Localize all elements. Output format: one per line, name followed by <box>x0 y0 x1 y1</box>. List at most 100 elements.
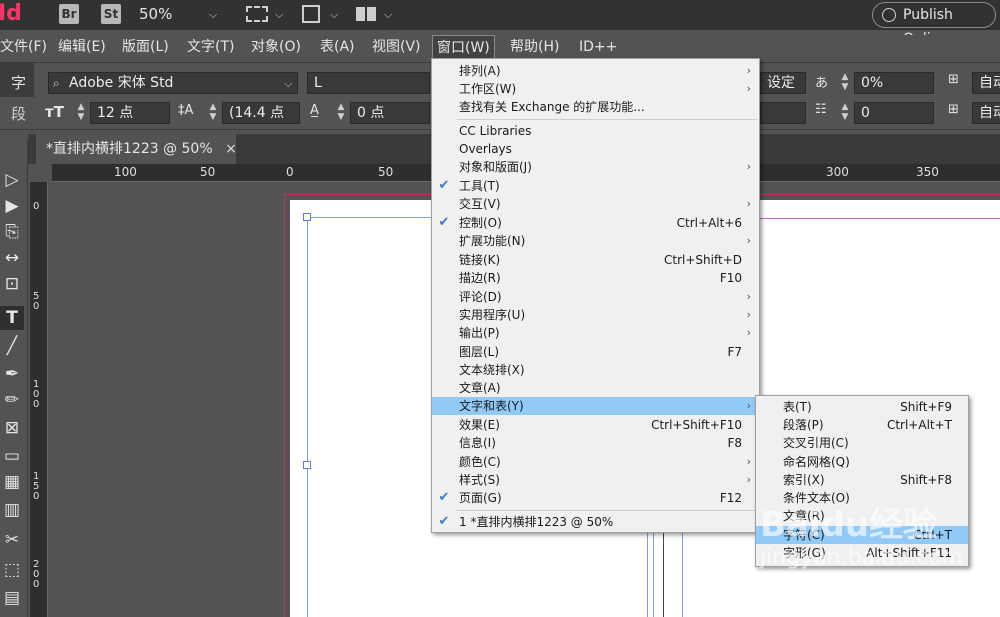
selection-tool-icon[interactable]: ▷ <box>0 168 24 192</box>
close-tab-icon[interactable]: × <box>225 141 237 157</box>
content-collector-icon[interactable]: ⊡ <box>0 272 24 296</box>
stock-button[interactable]: St <box>101 4 121 24</box>
menu-item-label: CC Libraries <box>459 124 532 138</box>
font-size-stepper[interactable]: ▲ ▼ <box>74 102 88 124</box>
menu-file[interactable]: 文件(F) <box>0 35 51 59</box>
arrange-documents-icon[interactable] <box>356 7 376 21</box>
type-tool-icon[interactable]: T <box>0 306 24 330</box>
menu-bar: 文件(F) 编辑(E) 版面(L) 文字(T) 对象(O) 表(A) 视图(V)… <box>0 35 1000 59</box>
view-options-icon[interactable] <box>246 6 268 22</box>
menu-item-shortcut: F10 <box>719 271 742 285</box>
submenu-item-table[interactable]: 表(T) Shift+F9 <box>756 398 968 416</box>
menu-item-color[interactable]: 颜色(C) › <box>432 453 759 471</box>
menu-item-label: 文字和表(Y) <box>459 399 524 413</box>
menu-help[interactable]: 帮助(H) <box>506 35 563 59</box>
screen-mode-chevron-icon[interactable]: ⌵ <box>330 8 338 22</box>
arrange-documents-chevron-icon[interactable]: ⌵ <box>384 8 392 22</box>
kerning-stepper[interactable]: ▲ ▼ <box>334 102 348 124</box>
menu-item-workspace[interactable]: 工作区(W) › <box>432 80 759 98</box>
menu-item-overlays[interactable]: Overlays <box>432 140 759 158</box>
menu-item-extensions[interactable]: 扩展功能(N) › <box>432 232 759 250</box>
horizontal-grid-tool-icon[interactable]: ▦ <box>0 470 24 494</box>
menu-item-cc-libraries[interactable]: CC Libraries <box>432 122 759 140</box>
submenu-arrow-icon: › <box>746 234 751 247</box>
free-transform-tool-icon[interactable]: ⬚ <box>0 558 24 582</box>
menu-table[interactable]: 表(A) <box>316 35 359 59</box>
paragraph-mode-button[interactable]: 段 <box>11 103 26 124</box>
auto-field-1[interactable]: 自动 <box>972 72 1000 94</box>
font-size-value: 12 点 <box>97 105 134 121</box>
menu-item-tools[interactable]: ✔ 工具(T) <box>432 177 759 195</box>
menu-type[interactable]: 文字(T) <box>183 35 238 59</box>
frame-handle[interactable] <box>303 213 311 221</box>
menu-item-comments[interactable]: 评论(D) › <box>432 288 759 306</box>
kerning-field[interactable]: 0 点 <box>350 102 430 124</box>
screen-mode-icon[interactable] <box>302 5 320 23</box>
tracking-field[interactable]: 0% <box>854 72 934 94</box>
baseline-stepper[interactable]: ▲ ▼ <box>838 102 852 124</box>
submenu-item-paragraph[interactable]: 段落(P) Ctrl+Alt+T <box>756 416 968 434</box>
menu-item-interactive[interactable]: 交互(V) › <box>432 195 759 213</box>
menu-item-stroke[interactable]: 描边(R) F10 <box>432 269 759 287</box>
menu-item-arrange[interactable]: 排列(A) › <box>432 62 759 80</box>
menu-object[interactable]: 对象(O) <box>247 35 305 59</box>
document-tab[interactable]: *直排内横排1223 @ 50% × <box>36 134 237 164</box>
character-mode-button[interactable]: 字 <box>11 72 26 93</box>
secondary-dropdown[interactable] <box>760 102 806 124</box>
menu-idplusplus[interactable]: ID++ <box>575 35 621 59</box>
setting-dropdown[interactable]: 设定 <box>760 72 806 94</box>
leading-stepper[interactable]: ▲ ▼ <box>206 102 220 124</box>
scissors-tool-icon[interactable]: ✂ <box>0 528 24 552</box>
menu-separator <box>457 510 757 511</box>
page-tool-icon[interactable]: ⎘ <box>0 220 24 244</box>
menu-item-object-layout[interactable]: 对象和版面(J) › <box>432 158 759 176</box>
menu-window[interactable]: 窗口(W) <box>432 35 495 59</box>
bridge-button[interactable]: Br <box>59 4 79 24</box>
menu-item-open-document[interactable]: ✔ 1 *直排内横排1223 @ 50% <box>432 513 759 531</box>
tracking-stepper[interactable]: ▲ ▼ <box>838 72 852 94</box>
zoom-level[interactable]: 50% <box>139 5 172 23</box>
direct-selection-tool-icon[interactable]: ▶ <box>0 194 24 218</box>
menu-item-info[interactable]: 信息(I) F8 <box>432 434 759 452</box>
kerning-value: 0 点 <box>357 105 385 121</box>
rectangle-frame-tool-icon[interactable]: ⊠ <box>0 416 24 440</box>
menu-item-links[interactable]: 链接(K) Ctrl+Shift+D <box>432 251 759 269</box>
menu-layout[interactable]: 版面(L) <box>118 35 173 59</box>
publish-online-button[interactable]: Publish Online <box>872 2 996 47</box>
frame-handle[interactable] <box>303 461 311 469</box>
menu-item-type-tables[interactable]: 文字和表(Y) › <box>432 397 759 415</box>
publish-icon <box>882 8 896 22</box>
baseline-field[interactable]: 0 <box>854 102 934 124</box>
font-size-field[interactable]: 12 点 <box>90 102 170 124</box>
auto-icon-2: ⊞ <box>948 102 959 117</box>
gradient-tool-icon[interactable]: ▤ <box>0 586 24 610</box>
font-family-field[interactable]: Adobe 宋体 Std <box>48 72 298 94</box>
menu-item-styles[interactable]: 样式(S) › <box>432 471 759 489</box>
submenu-item-named-grids[interactable]: 命名网格(Q) <box>756 453 968 471</box>
line-tool-icon[interactable]: ╱ <box>0 334 24 358</box>
vertical-grid-tool-icon[interactable]: ▥ <box>0 498 24 522</box>
pencil-tool-icon[interactable]: ✏ <box>0 388 24 412</box>
menu-item-output[interactable]: 输出(P) › <box>432 324 759 342</box>
menu-item-pages[interactable]: ✔ 页面(G) F12 <box>432 489 759 507</box>
menu-item-find-exchange[interactable]: 查找有关 Exchange 的扩展功能... <box>432 98 759 116</box>
pen-tool-icon[interactable]: ✒ <box>0 362 24 386</box>
gap-tool-icon[interactable]: ↔ <box>0 246 24 270</box>
menu-item-control[interactable]: ✔ 控制(O) Ctrl+Alt+6 <box>432 214 759 232</box>
font-family-chevron-icon[interactable]: ⌵ <box>284 77 292 91</box>
menu-item-articles[interactable]: 文章(A) <box>432 379 759 397</box>
rectangle-tool-icon[interactable]: ▭ <box>0 444 24 468</box>
menu-item-utilities[interactable]: 实用程序(U) › <box>432 306 759 324</box>
menu-edit[interactable]: 编辑(E) <box>54 35 110 59</box>
zoom-dropdown-chevron-icon[interactable]: ⌵ <box>209 8 217 22</box>
menu-item-text-wrap[interactable]: 文本绕排(X) <box>432 361 759 379</box>
menu-view[interactable]: 视图(V) <box>368 35 425 59</box>
menu-item-layers[interactable]: 图层(L) F7 <box>432 343 759 361</box>
auto-field-2[interactable]: 自动 <box>972 102 1000 124</box>
leading-field[interactable]: (14.4 点 <box>222 102 300 124</box>
font-style-field[interactable]: L <box>307 72 430 94</box>
menu-item-effects[interactable]: 效果(E) Ctrl+Shift+F10 <box>432 416 759 434</box>
submenu-item-index[interactable]: 索引(X) Shift+F8 <box>756 471 968 489</box>
submenu-item-cross-references[interactable]: 交叉引用(C) <box>756 434 968 452</box>
view-options-chevron-icon[interactable]: ⌵ <box>275 8 283 22</box>
